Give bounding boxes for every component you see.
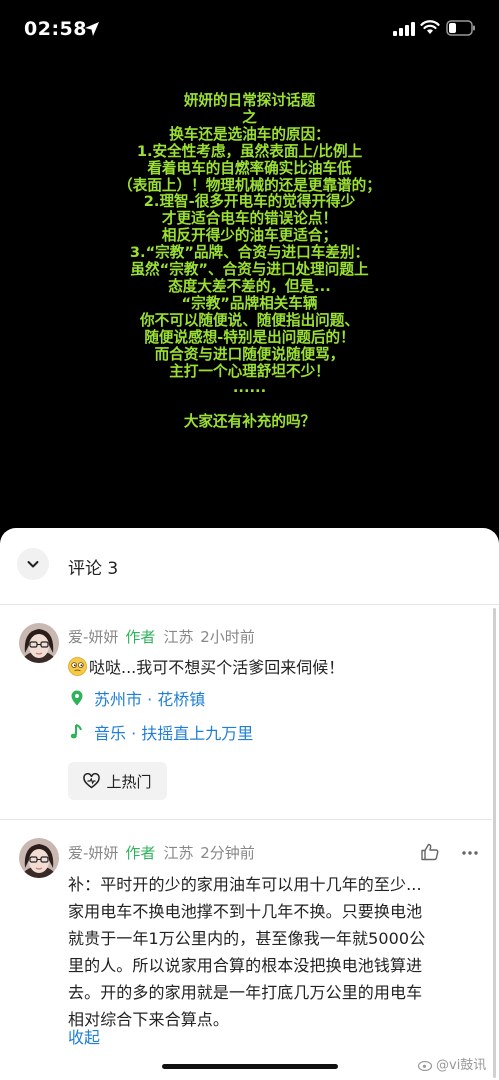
post-text-line: 3.“宗教”品牌、合资与进口车差别： xyxy=(129,244,370,262)
location-arrow-icon xyxy=(85,22,99,36)
location-pin-icon xyxy=(71,690,83,706)
comment-text-line: 就贵于一年1万公里内的，甚至像我一年就5000公 xyxy=(68,929,426,948)
comment-text-content: 哒哒...我可不想买个活爹回来伺候！ xyxy=(89,658,345,677)
smirk-emoji-icon xyxy=(68,657,87,676)
post-text-line: 相反开得少的油车更适合； xyxy=(161,227,338,245)
comment-text-line: 相对综合下来合算点。 xyxy=(68,1010,230,1029)
comment-text-line: 家用电车不换电池撑不到十几年不换。只要换电池 xyxy=(68,902,423,921)
music-note-icon xyxy=(70,724,82,739)
comment-text-line: 里的人。所以说家用合算的根本没把换电池钱算进 xyxy=(68,956,423,975)
post-text: 妍妍的日常探讨话题之换车还是选油车的原因： 1.安全性考虑，虽然表面上/比例上 看着… xyxy=(0,92,499,431)
comment-region: 江苏 xyxy=(163,844,194,862)
chevron-down-icon xyxy=(27,561,39,568)
post-text-line: 随便说感想-特别是出问题后的！ xyxy=(144,328,355,346)
comment-text-line: 补：平时开的少的家用油车可以用十几年的至少... xyxy=(68,875,422,894)
post-text-line: 主打一个心理舒坦不少！ xyxy=(169,362,330,380)
comment-time: 2小时前 xyxy=(200,628,255,646)
thumbs-up-icon[interactable] xyxy=(420,842,440,862)
comment-text: 哒哒...我可不想买个活爹回来伺候！ xyxy=(68,654,344,678)
music-tag-label: 音乐 · 扶摇直上九万里 xyxy=(94,724,254,743)
post-text-line: 大家还有补充的吗？ xyxy=(183,413,316,431)
home-indicator[interactable] xyxy=(162,1064,338,1069)
status-bar: 02:58 xyxy=(0,0,499,60)
comment-author[interactable]: 爱-妍妍 xyxy=(68,628,118,646)
comments-title: 评论 3 xyxy=(68,559,119,579)
comment-region: 江苏 xyxy=(163,628,194,646)
post-text-line: 1.安全性考虑，虽然表面上/比例上 xyxy=(136,142,363,160)
watermark-text: @vi鼓讯 xyxy=(436,1058,487,1073)
comments-sheet: 评论 3 爱-妍妍 作者 江苏 2小时前 哒哒...我可不想买个活爹回来伺候！ … xyxy=(0,528,499,1080)
post-text-line xyxy=(0,397,499,414)
avatar[interactable] xyxy=(19,838,59,878)
comment-time: 2分钟前 xyxy=(200,844,255,862)
post-text-line: 看着电车的自燃率确实比油车低 xyxy=(147,159,352,177)
post-text-line: “宗教”品牌相关车辆 xyxy=(181,294,318,312)
post-text-line: 换车还是选油车的原因： xyxy=(169,125,330,143)
comment-text-line: 去。开的多的家用就是一年打底几万公里的用电车 xyxy=(68,983,423,1002)
battery-icon xyxy=(446,20,475,36)
comment-text: 补：平时开的少的家用油车可以用十几年的至少... 家用电车不换电池撑不到十几年不… xyxy=(68,871,486,1033)
post-image: 妍妍的日常探讨话题之换车还是选油车的原因： 1.安全性考虑，虽然表面上/比例上 看着… xyxy=(0,60,499,528)
header-divider xyxy=(0,604,499,605)
post-text-line: 虽然“宗教”、合资与进口处理问题上 xyxy=(130,261,369,279)
post-text-line: （表面上）！物理机械的还是更靠谱的； xyxy=(118,176,381,194)
post-text-line: 才更适合电车的错误论点！ xyxy=(161,210,338,228)
location-tag-label: 苏州市 · 花桥镇 xyxy=(94,690,206,709)
comment-meta: 爱-妍妍 作者 江苏 2分钟前 xyxy=(68,842,255,863)
post-text-line: 之 xyxy=(242,108,257,126)
cellular-signal-icon xyxy=(393,22,415,36)
post-text-line: 而合资与进口随便说随便骂， xyxy=(154,345,345,363)
post-text-line: 2.理智-很多开电车的觉得开得少 xyxy=(143,193,356,211)
boost-hot-label: 上热门 xyxy=(106,772,152,791)
scrollbar[interactable] xyxy=(493,608,496,1078)
wifi-icon xyxy=(420,20,440,34)
post-text-line: ...... xyxy=(232,379,267,397)
avatar[interactable] xyxy=(19,623,59,663)
comments-header: 评论 3 xyxy=(0,528,499,604)
post-text-line: 态度大差不差的，但是... xyxy=(168,277,331,295)
music-tag[interactable]: 音乐 · 扶摇直上九万里 xyxy=(68,720,253,744)
status-time: 02:58 xyxy=(24,18,87,40)
comment-meta: 爱-妍妍 作者 江苏 2小时前 xyxy=(68,626,255,647)
comment-divider xyxy=(0,819,492,820)
weibo-logo-icon xyxy=(418,1060,433,1071)
post-text-line: 你不可以随便说、随便指出问题、 xyxy=(140,311,359,329)
more-options-icon[interactable] xyxy=(461,850,479,856)
author-badge: 作者 xyxy=(125,628,156,646)
comment-author[interactable]: 爱-妍妍 xyxy=(68,844,118,862)
boost-hot-button[interactable]: 上热门 xyxy=(68,762,167,800)
location-tag[interactable]: 苏州市 · 花桥镇 xyxy=(68,686,205,710)
heart-pulse-icon xyxy=(83,773,101,789)
collapse-text-link[interactable]: 收起 xyxy=(68,1024,100,1048)
collapse-comments-button[interactable] xyxy=(17,548,49,580)
post-text-line: 妍妍的日常探讨话题 xyxy=(183,92,316,109)
author-badge: 作者 xyxy=(125,844,156,862)
watermark: @vi鼓讯 xyxy=(418,1054,486,1073)
